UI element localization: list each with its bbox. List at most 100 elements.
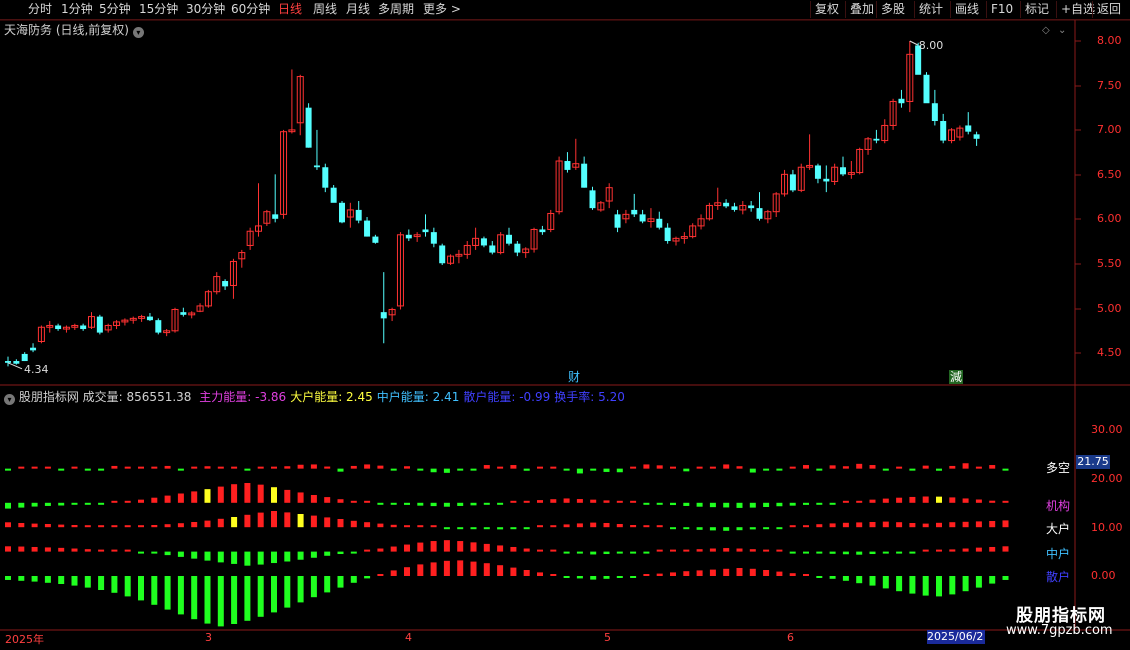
retail-bar: [390, 570, 397, 576]
large-holder-bar: [869, 522, 876, 528]
retail-bar: [364, 576, 371, 579]
price-tick-0: 8.00: [1097, 34, 1122, 47]
multi-bar: [616, 468, 623, 473]
retail-bar: [1002, 576, 1009, 580]
institution-bar: [896, 497, 903, 503]
multi-bar: [736, 466, 743, 469]
large-holder-bar: [244, 514, 251, 528]
large-holder-bar: [377, 523, 384, 528]
mid-holder-bar: [350, 551, 357, 554]
candle-body: [13, 361, 20, 364]
candle-body: [422, 229, 429, 233]
large-holder-bar: [616, 524, 623, 528]
series-label-2: 大户: [1046, 522, 1071, 536]
institution-bar: [84, 502, 91, 505]
large-holder-bar: [936, 522, 942, 528]
large-holder-bar: [763, 527, 770, 530]
chevron-down-icon[interactable]: ▾: [4, 394, 15, 405]
candle-body: [789, 174, 796, 191]
multi-bar: [297, 464, 304, 469]
candle-body: [564, 161, 571, 170]
institution-bar: [869, 499, 876, 503]
retail-bar: [257, 576, 264, 617]
mid-holder-bar: [896, 551, 903, 554]
institution-bar: [350, 500, 357, 503]
large-holder-bar: [949, 522, 956, 528]
candle-body: [439, 245, 446, 264]
candle-body: [305, 107, 312, 148]
multi-bar: [656, 465, 663, 469]
large-holder-bar: [922, 523, 929, 528]
retail-bar: [749, 568, 756, 576]
institution-bar: [643, 502, 650, 505]
institution-bar: [616, 500, 623, 503]
candle-body: [430, 232, 437, 244]
large-holder-bar: [430, 525, 437, 528]
mid-holder-bar: [763, 549, 770, 552]
candle-body: [748, 205, 755, 209]
mid-holder-bar: [683, 549, 690, 552]
institution-bar: [576, 499, 583, 503]
mid-holder-bar: [550, 549, 557, 552]
institution-bar: [31, 502, 38, 507]
mid-holder-bar: [191, 551, 198, 559]
institution-bar: [510, 500, 517, 503]
mid-holder-bar: [590, 551, 597, 555]
retail-bar: [789, 573, 796, 576]
candle-body: [639, 214, 646, 222]
multi-bar: [257, 466, 264, 469]
candle-body: [614, 214, 621, 228]
institution-bar: [670, 502, 676, 506]
mid-holder-bar: [177, 551, 184, 557]
retail-bar: [417, 564, 424, 576]
retail-bar: [882, 576, 889, 589]
retail-bar: [936, 576, 942, 597]
multi-bar: [191, 466, 198, 469]
mid-holder-bar: [936, 549, 942, 552]
candle-body: [480, 238, 487, 246]
retail-bar: [776, 571, 783, 576]
candle-body: [96, 316, 103, 333]
retail-bar: [204, 576, 211, 624]
mid-holder-bar: [417, 542, 424, 552]
multi-bar: [909, 468, 916, 471]
retail-bar: [510, 567, 517, 576]
candle-body: [355, 209, 362, 221]
mid-holder-bar: [709, 548, 716, 552]
current-date-box: 2025/06/2: [927, 630, 985, 644]
institution-bar: [244, 483, 251, 503]
multi-bar: [975, 466, 982, 469]
institution-bar: [1002, 500, 1009, 503]
retail-bar: [656, 573, 663, 576]
institution-bar: [443, 502, 450, 507]
multi-bar: [364, 464, 371, 469]
mid-holder-bar: [869, 551, 876, 555]
multi-bar: [204, 466, 211, 469]
retail-bar: [616, 576, 623, 578]
institution-bar: [962, 498, 969, 503]
reduce-marker: 減: [950, 369, 962, 384]
large-holder-bar: [191, 522, 198, 528]
date-label-1: 3: [205, 631, 212, 644]
large-holder-bar: [217, 518, 224, 528]
large-holder-bar: [177, 523, 184, 528]
retail-bar: [457, 560, 464, 576]
multi-bar: [217, 466, 224, 469]
mid-holder-bar: [164, 551, 171, 556]
price-tick-6: 5.00: [1097, 302, 1122, 315]
retail-bar: [44, 576, 51, 583]
indicator-item-0: 主力能量: -3.86: [199, 390, 287, 404]
large-holder-bar: [723, 527, 730, 531]
indicator-item-3: 散户能量: -0.99: [463, 390, 551, 404]
multi-bar: [683, 468, 690, 472]
mid-holder-bar: [856, 551, 863, 555]
retail-bar: [84, 576, 91, 588]
indicator-header: ▾ 股朋指标网 成交量: 856551.38 主力能量: -3.86 大户能量: …: [4, 388, 625, 405]
series-label-0: 多空: [1046, 461, 1071, 475]
mid-holder-bar: [736, 548, 743, 552]
retail-bar: [5, 576, 11, 580]
large-holder-bar: [324, 517, 331, 528]
series-label-1: 机构: [1046, 499, 1071, 513]
large-holder-bar: [563, 524, 570, 528]
diamond-icon: ◇: [1042, 25, 1050, 36]
